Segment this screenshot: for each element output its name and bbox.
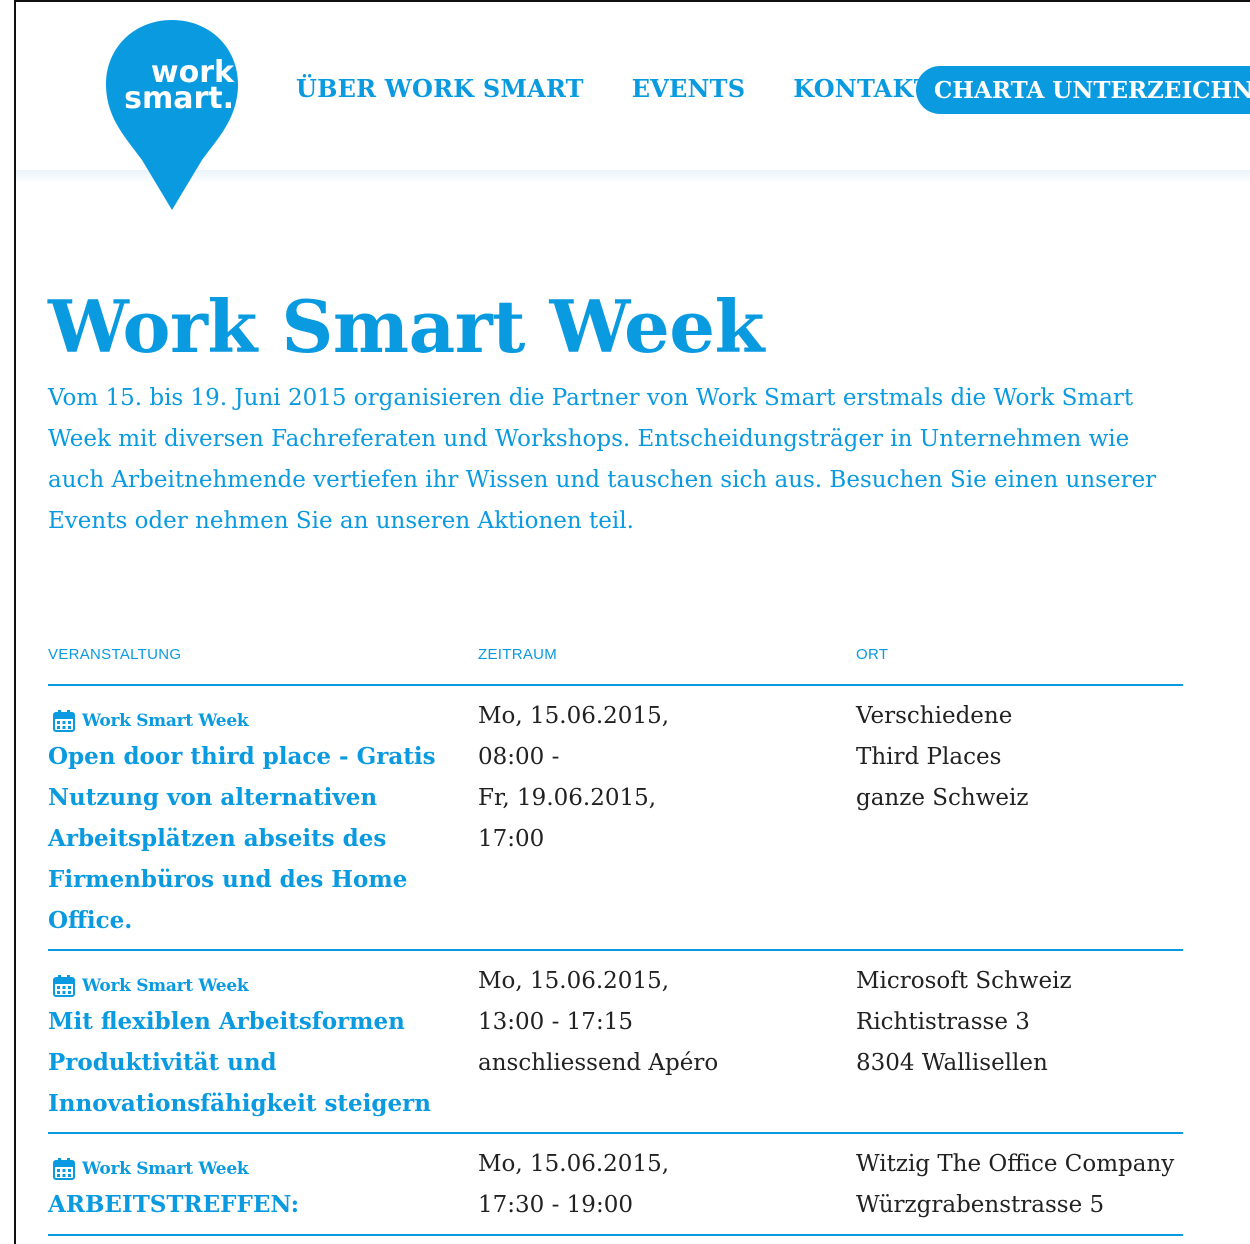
window-frame-left	[14, 0, 16, 1244]
main-nav: ÜBER WORK SMART EVENTS KONTAKT	[296, 74, 980, 103]
event-place: Microsoft Schweiz Richtistrasse 3 8304 W…	[856, 968, 1072, 1076]
calendar-icon	[53, 710, 75, 732]
event-place: Witzig The Office Company Würzgrabenstra…	[856, 1151, 1175, 1218]
event-place: Verschiedene Third Places ganze Schweiz	[856, 703, 1029, 811]
table-header: VERANSTALTUNG ZEITRAUM ORT	[48, 640, 1183, 686]
calendar-icon	[53, 975, 75, 997]
event-title-link[interactable]: ARBEITSTREFFEN:	[48, 1184, 478, 1225]
event-category-label: Work Smart Week	[82, 711, 249, 731]
header-ort: ORT	[856, 646, 889, 663]
event-time: Mo, 15.06.2015, 08:00 - Fr, 19.06.2015, …	[478, 703, 670, 852]
intro-text: Vom 15. bis 19. Juni 2015 organisieren d…	[48, 385, 1157, 534]
event-time: Mo, 15.06.2015, 17:30 - 19:00	[478, 1151, 670, 1218]
event-category-label: Work Smart Week	[82, 1159, 249, 1179]
nav-link-kontakt[interactable]: KONTAKT	[793, 74, 931, 103]
table-row: Work Smart Week ARBEITSTREFFEN: Mo, 15.0…	[48, 1134, 1183, 1236]
event-category: Work Smart Week	[48, 1156, 478, 1182]
nav-link-ueber[interactable]: ÜBER WORK SMART	[296, 74, 584, 103]
page-title: Work Smart Week	[48, 284, 764, 369]
charta-unterzeichnen-button[interactable]: CHARTA UNTERZEICHNEN	[916, 66, 1250, 114]
table-row: Work Smart Week Open door third place - …	[48, 686, 1183, 951]
event-category: Work Smart Week	[48, 708, 478, 734]
event-category: Work Smart Week	[48, 973, 478, 999]
event-time: Mo, 15.06.2015, 13:00 - 17:15 anschliess…	[478, 968, 719, 1076]
nav-link-events[interactable]: EVENTS	[632, 74, 746, 103]
event-title-link[interactable]: Mit flexiblen Arbeitsformen Produktivitä…	[48, 1001, 478, 1124]
table-row: Work Smart Week Mit flexiblen Arbeitsfor…	[48, 951, 1183, 1134]
event-category-label: Work Smart Week	[82, 976, 249, 996]
event-title-link[interactable]: Open door third place - Gratis Nutzung v…	[48, 736, 478, 941]
header-veranstaltung: VERANSTALTUNG	[48, 646, 182, 663]
header-zeitraum: ZEITRAUM	[478, 646, 558, 663]
events-table: VERANSTALTUNG ZEITRAUM ORT Work Smart We…	[48, 640, 1183, 1236]
calendar-icon	[53, 1158, 75, 1180]
work-smart-logo[interactable]: work smart.	[106, 20, 238, 212]
logo-text-line2: smart.	[124, 81, 234, 116]
